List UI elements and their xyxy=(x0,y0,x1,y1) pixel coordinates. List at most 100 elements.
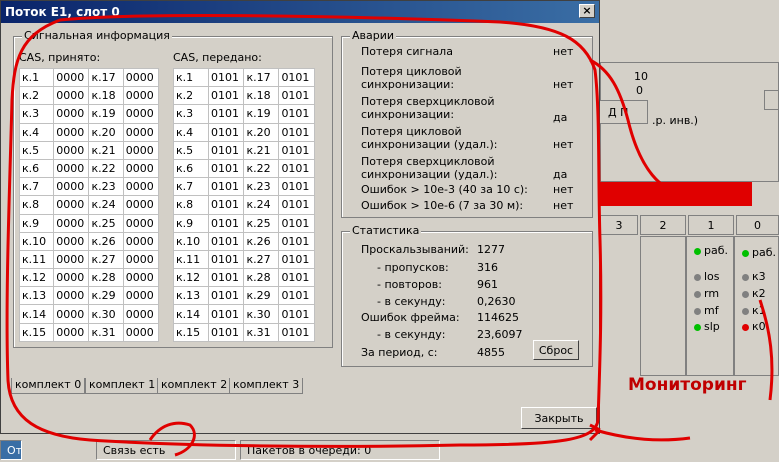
cas-sent-cell: 0101 xyxy=(278,177,315,197)
cas-received-cell: к.15 xyxy=(18,322,55,342)
cas-received-cell: к.27 xyxy=(88,249,124,270)
cas-received-cell: к.9 xyxy=(18,213,55,233)
cas-sent-row: к.4 0101 к.20 0101 xyxy=(173,122,315,142)
led-label: к2 xyxy=(752,287,766,300)
frame-errors-label: Ошибок фрейма: xyxy=(361,311,460,324)
cas-sent-row: к.10 0101 к.26 0101 xyxy=(173,231,315,251)
cas-received-cell: 0000 xyxy=(122,213,160,233)
cas-sent-title: CAS, передано: xyxy=(173,51,262,64)
cas-sent-row: к.13 0101 к.29 0101 xyxy=(173,286,315,306)
tab-kit-0[interactable]: комплект 0 xyxy=(11,378,86,394)
alarm-label: Ошибок > 10е-6 (7 за 30 м): xyxy=(361,199,524,212)
cas-sent-cell: 0101 xyxy=(207,322,245,342)
cas-sent-cell: 0101 xyxy=(207,140,245,160)
cas-sent-cell: к.29 xyxy=(243,286,280,306)
cas-received-row: к.3 0000 к.19 0000 xyxy=(18,104,160,124)
cas-received-cell: 0000 xyxy=(122,140,160,160)
led-label: к3 xyxy=(752,270,766,283)
red-indicator-bar xyxy=(600,182,752,206)
cas-sent-cell: 0101 xyxy=(207,213,245,233)
cas-sent-row: к.7 0101 к.23 0101 xyxy=(173,177,315,197)
cas-sent-row: к.3 0101 к.19 0101 xyxy=(173,104,315,124)
status-led-row: к2 xyxy=(742,287,766,300)
led-label: slp xyxy=(704,320,720,333)
led-label: к0 xyxy=(752,320,766,333)
cas-sent-cell: 0101 xyxy=(207,177,245,197)
slips-label: Проскальзываний: xyxy=(361,243,469,256)
cas-received-row: к.2 0000 к.18 0000 xyxy=(18,86,160,106)
cas-sent-row: к.14 0101 к.30 0101 xyxy=(173,304,315,324)
cas-received-cell: 0000 xyxy=(122,286,160,306)
led-label: rm xyxy=(704,287,720,300)
cas-received-cell: к.13 xyxy=(18,286,55,306)
cas-sent-cell: к.8 xyxy=(173,195,209,215)
cas-received-cell: к.24 xyxy=(88,195,124,215)
cas-received-cell: к.29 xyxy=(88,286,124,306)
cas-received-cell: 0000 xyxy=(122,104,160,124)
alarm-value: нет xyxy=(553,138,574,151)
cas-received-row: к.6 0000 к.22 0000 xyxy=(18,158,160,179)
slips-per-second-label: - в секунду: xyxy=(377,295,446,308)
background-fragment: 10 xyxy=(634,70,648,83)
cas-sent-cell: к.22 xyxy=(243,158,280,179)
cas-sent-cell: к.18 xyxy=(243,86,280,106)
cas-sent-cell: 0101 xyxy=(278,249,315,270)
cas-received-cell: 0000 xyxy=(122,268,160,288)
cas-sent-cell: 0101 xyxy=(207,104,245,124)
led-label: к1 xyxy=(752,304,766,317)
cas-received-cell: к.18 xyxy=(88,86,124,106)
status-led-row: раб. xyxy=(742,246,776,259)
cas-received-cell: 0000 xyxy=(53,231,90,251)
cas-received-cell: к.3 xyxy=(18,104,55,124)
cas-sent-cell: к.14 xyxy=(173,304,209,324)
status-led-row: los xyxy=(694,270,720,283)
frame-errors-value: 114625 xyxy=(477,311,519,324)
cas-received-cell: к.10 xyxy=(18,231,55,251)
cas-received-cell: к.26 xyxy=(88,231,124,251)
cas-sent-cell: к.11 xyxy=(173,249,209,270)
cas-received-cell: к.14 xyxy=(18,304,55,324)
cas-sent-cell: 0101 xyxy=(207,249,245,270)
cas-sent-cell: к.19 xyxy=(243,104,280,124)
cas-sent-cell: 0101 xyxy=(207,67,245,88)
cas-received-cell: к.7 xyxy=(18,177,55,197)
cas-received-cell: к.17 xyxy=(88,67,124,88)
cas-received-title: CAS, принято: xyxy=(19,51,101,64)
column-header: 3 xyxy=(600,215,638,235)
cas-sent-cell: 0101 xyxy=(207,304,245,324)
close-button[interactable]: Закрыть xyxy=(521,407,597,429)
cas-received-cell: 0000 xyxy=(122,322,160,342)
led-icon xyxy=(694,307,701,315)
cas-sent-row: к.5 0101 к.21 0101 xyxy=(173,140,315,160)
cas-received-cell: 0000 xyxy=(53,140,90,160)
cas-sent-cell: к.9 xyxy=(173,213,209,233)
tab-kit-3[interactable]: комплект 3 xyxy=(229,378,304,394)
cas-sent-cell: к.26 xyxy=(243,231,280,251)
repeats-label: - повторов: xyxy=(377,278,442,291)
cas-received-cell: к.23 xyxy=(88,177,124,197)
reset-button[interactable]: Сброс xyxy=(533,340,579,360)
dialog-title: Поток E1, слот 0 xyxy=(5,5,120,19)
cas-received-cell: 0000 xyxy=(53,286,90,306)
led-label: раб. xyxy=(704,244,729,257)
cas-received-cell: 0000 xyxy=(53,104,90,124)
cas-received-cell: 0000 xyxy=(122,231,160,251)
cas-sent-cell: 0101 xyxy=(278,268,315,288)
slips-per-second-value: 0,2630 xyxy=(477,295,516,308)
cas-sent-cell: 0101 xyxy=(207,231,245,251)
cas-received-cell: 0000 xyxy=(53,195,90,215)
cas-received-cell: 0000 xyxy=(53,249,90,270)
tab-kit-2[interactable]: комплект 2 xyxy=(157,378,232,394)
cas-received-cell: к.4 xyxy=(18,122,55,142)
cas-received-row: к.11 0000 к.27 0000 xyxy=(18,249,160,270)
tab-kit-1[interactable]: комплект 1 xyxy=(85,378,160,394)
alarms-legend: Аварии xyxy=(350,29,397,42)
close-icon[interactable]: × xyxy=(579,4,595,18)
cas-received-row: к.12 0000 к.28 0000 xyxy=(18,268,160,288)
led-icon xyxy=(742,273,749,281)
cas-sent-row: к.12 0101 к.28 0101 xyxy=(173,268,315,288)
cas-received-row: к.1 0000 к.17 0000 xyxy=(18,67,160,88)
cas-received-cell: 0000 xyxy=(122,86,160,106)
cas-received-row: к.8 0000 к.24 0000 xyxy=(18,195,160,215)
cas-sent-cell: 0101 xyxy=(278,304,315,324)
